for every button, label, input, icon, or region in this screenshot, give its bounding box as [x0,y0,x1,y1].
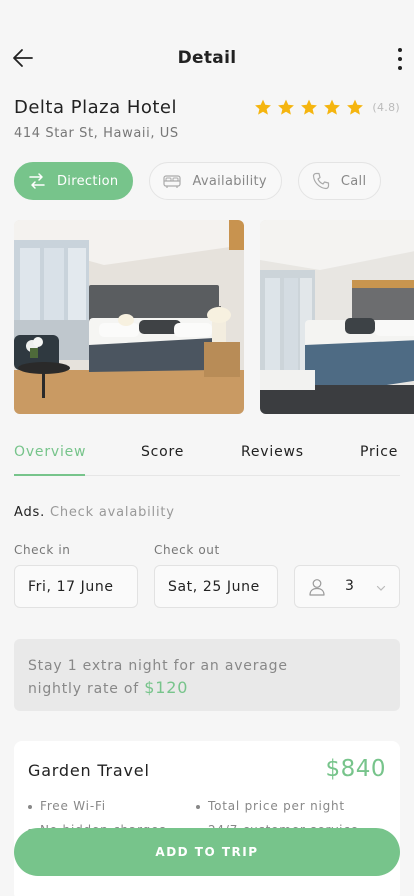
tab-overview[interactable]: Overview [14,444,86,460]
swap-arrows-icon [29,173,45,189]
chevron-down-icon [376,585,386,591]
more-options-icon[interactable] [394,46,406,72]
tab-price[interactable]: Price [360,444,398,460]
check-availability-link[interactable]: Check avalability [50,505,175,520]
star-icon [301,99,318,115]
direction-label: Direction [57,173,119,189]
add-to-trip-button[interactable]: ADD TO TRIP [14,828,400,876]
call-label: Call [340,173,367,189]
offer-title: Garden Travel [28,761,150,780]
check-in-label: Check in [14,543,71,557]
ads-line: Ads. Check avalability [14,505,175,520]
availability-label: Availability [192,173,267,189]
hotel-address: 414 Star St, Hawaii, US [14,126,179,141]
direction-button[interactable]: Direction [14,162,134,200]
top-bar: Detail [0,40,414,76]
call-button[interactable]: Call [297,162,382,200]
phone-icon [312,172,330,190]
availability-button[interactable]: Availability [149,162,282,200]
page-title: Detail [177,48,237,68]
photo-gallery[interactable] [14,220,414,414]
hotel-rating: (4.8) [253,98,400,117]
guests-count: 3 [345,578,355,594]
offer-price: $840 [325,756,386,782]
action-buttons: Direction Availability Call [14,162,382,200]
promo-text-line1: Stay 1 extra night for an average [28,658,288,674]
tab-score[interactable]: Score [141,444,184,460]
extra-night-promo: Stay 1 extra night for an average nightl… [14,639,400,711]
active-tab-indicator [14,474,85,476]
offer-feature: Total price per night [196,799,345,813]
star-icon [255,99,272,115]
hotel-room-photo[interactable] [14,220,244,414]
ads-label: Ads. [14,505,46,520]
star-icon [347,99,364,115]
tab-bar: Overview Score Reviews Price [14,436,400,476]
offer-feature: Free Wi-Fi [28,799,106,813]
tab-reviews[interactable]: Reviews [241,444,304,460]
guests-select[interactable]: 3 [294,565,400,608]
check-out-field[interactable]: Sat, 25 June [154,565,278,608]
person-icon [309,579,325,596]
star-icon [324,99,341,115]
hotel-room-photo[interactable] [260,220,414,414]
check-in-field[interactable]: Fri, 17 June [14,565,138,608]
rating-value: (4.8) [372,101,400,114]
check-out-label: Check out [154,543,220,557]
bed-icon [163,175,182,188]
promo-text-line2: nightly rate of [28,681,140,697]
star-icon [278,99,295,115]
promo-price: $120 [144,678,189,697]
hotel-name: Delta Plaza Hotel [14,97,178,118]
